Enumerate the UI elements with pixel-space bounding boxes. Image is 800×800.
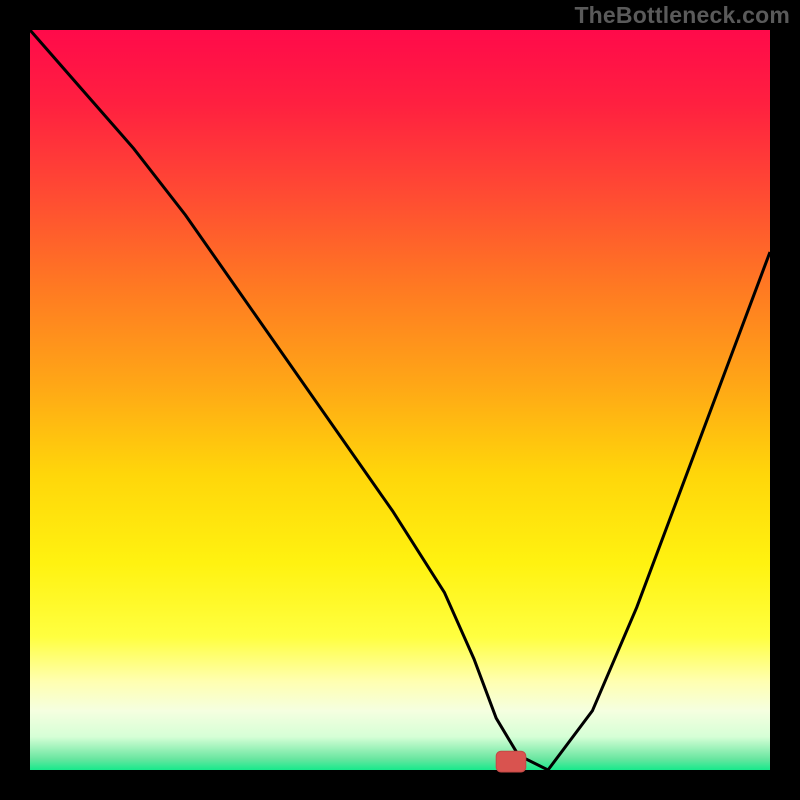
optimum-marker — [496, 751, 526, 772]
watermark-text: TheBottleneck.com — [574, 2, 790, 29]
bottleneck-chart — [0, 0, 800, 800]
chart-frame: { "watermark": "TheBottleneck.com", "col… — [0, 0, 800, 800]
plot-background — [30, 30, 770, 770]
